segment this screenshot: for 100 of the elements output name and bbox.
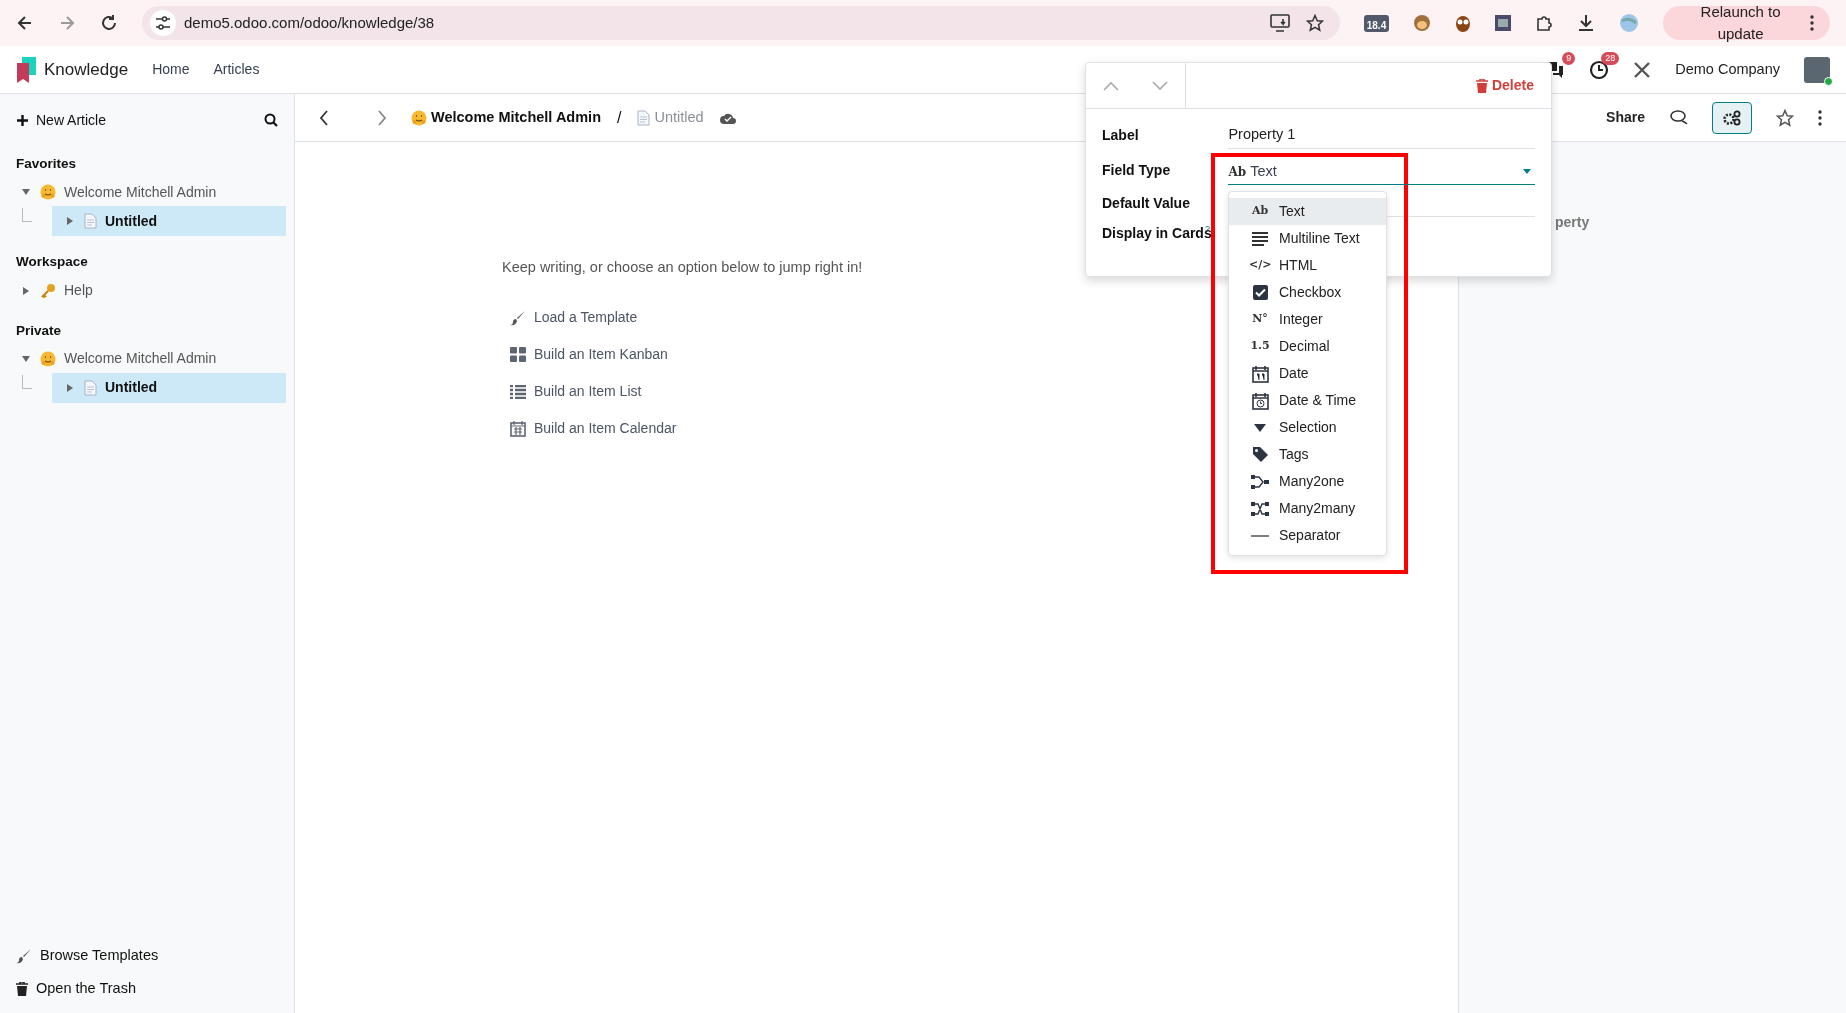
cloud-icon [719,111,736,124]
dropdown-option[interactable]: Date [1229,360,1386,387]
dropdown-option[interactable]: 1.5 Decimal [1229,333,1386,360]
dropdown-option[interactable]: </> HTML [1229,252,1386,279]
app-logo-icon [16,56,36,83]
smiley-icon [411,109,427,126]
cross-connector-icon [1251,501,1269,516]
bookmark-star-icon[interactable] [1305,14,1324,32]
breadcrumb-link[interactable]: Welcome Mitchell Admin [411,106,601,129]
tree-item[interactable]: Welcome Mitchell Admin [0,178,294,207]
dropdown-option[interactable]: Tags [1229,441,1386,468]
label-field[interactable]: Property 1 [1228,121,1535,149]
panel-text: perty [1555,213,1590,232]
type-glyph: 1.5 [1249,338,1271,355]
dropdown-option[interactable]: N° Integer [1229,306,1386,333]
menu-link[interactable]: Articles [213,59,260,80]
company-name[interactable]: Demo Company [1675,58,1780,81]
dropdown-option[interactable]: Many2many [1229,495,1386,522]
dropdown-option[interactable]: Checkbox [1229,279,1386,306]
triangle-down-icon [1254,423,1266,432]
list-icon [510,384,526,399]
comments-icon[interactable] [1670,109,1688,126]
smiley-icon [40,184,56,201]
field-label: Field Type [1102,160,1172,180]
plus-icon [17,114,28,126]
menu-link[interactable]: Home [152,59,190,80]
type-glyph: N° [1251,311,1269,328]
tree-item[interactable]: Untitled [52,372,286,403]
reload-icon[interactable] [100,14,118,32]
dropdown-option[interactable]: Date & Time [1229,387,1386,414]
site-settings-icon[interactable] [154,14,172,32]
monkey-extension-icon[interactable] [1413,14,1432,32]
document-icon [84,379,97,396]
dropdown-caret-icon [1523,169,1531,174]
download-icon[interactable] [1577,14,1596,32]
dropdown-option[interactable]: Separator [1229,522,1386,549]
option-link[interactable]: Build an Item Kanban [502,336,668,373]
field-label: Label [1102,125,1140,145]
trash-icon [16,981,28,996]
dropdown-option[interactable]: Multiline Text [1229,225,1386,252]
footer-link[interactable]: Open the Trash [16,972,136,1005]
clock-icon[interactable] [1589,59,1610,80]
delete-button[interactable]: Delete [1474,63,1535,108]
caret-down-icon[interactable] [22,189,30,196]
grid-icon [510,347,526,362]
option-link[interactable]: Load a Template [502,299,638,336]
option-link[interactable]: Build an Item List [502,373,642,410]
back-icon[interactable] [16,14,34,32]
option-link[interactable]: Build an Item Calendar [502,410,677,447]
forward-icon[interactable] [58,14,76,32]
favorite-star-icon[interactable] [1776,108,1794,127]
share-button[interactable]: Share [1605,106,1646,129]
app-name[interactable]: Knowledge [44,56,129,83]
brush-icon [510,309,526,326]
user-avatar[interactable] [1804,56,1830,83]
owl-extension-icon[interactable] [1455,14,1472,32]
caret-right-icon[interactable] [67,217,73,226]
tools-icon[interactable] [1633,60,1652,79]
more-options-icon[interactable] [1818,109,1822,126]
connector-icon [1251,474,1269,489]
chevron-right-icon[interactable] [377,109,387,126]
type-glyph: </> [1249,257,1271,274]
footer-link[interactable]: Browse Templates [16,939,159,972]
install-app-icon[interactable] [1269,14,1290,32]
tag-icon [1252,447,1268,462]
brush-icon [16,947,32,964]
dropdown-option[interactable]: Many2one [1229,468,1386,495]
document-icon [637,109,651,126]
search-icon[interactable] [264,113,278,127]
section-title: Private [15,321,63,340]
square-extension-icon[interactable] [1495,15,1512,31]
count-badge: 9 [1562,51,1576,65]
calendar-icon [1251,364,1269,383]
field-type-select[interactable]: Ab Text [1228,159,1535,185]
url-text: demo5.odoo.com/odoo/knowledge/38 [184,12,436,33]
caret-down-icon[interactable] [22,355,30,362]
field-label: Default Value [1102,193,1191,213]
new-article-button[interactable]: New Article [16,108,108,132]
key-icon [40,282,56,299]
more-icon[interactable] [1810,15,1814,31]
dropdown-option[interactable]: Ab Text [1229,198,1386,225]
tree-item[interactable]: Welcome Mitchell Admin [0,344,294,373]
dropdown-option[interactable]: Selection [1229,414,1386,441]
caret-right-icon[interactable] [67,383,73,392]
calendar-clock-icon [1251,391,1269,410]
chevron-left-icon[interactable] [319,109,329,126]
section-title: Favorites [15,155,78,173]
extension-badge[interactable]: 18.4 [1363,14,1390,32]
properties-toggle-button[interactable] [1712,101,1752,134]
tree-item[interactable]: Untitled [52,206,286,237]
lines-icon [1252,231,1268,246]
extensions-icon[interactable] [1535,14,1554,32]
smiley-icon [40,350,56,367]
relaunch-button[interactable]: Relaunch to update [1663,6,1830,40]
tree-item[interactable]: Help [0,276,294,305]
calendar-icon [510,420,526,437]
address-bar[interactable]: demo5.odoo.com/odoo/knowledge/38 [142,6,1340,40]
caret-right-icon[interactable] [23,286,29,295]
type-glyph: Ab [1250,203,1270,220]
section-title: Workspace [15,253,89,272]
